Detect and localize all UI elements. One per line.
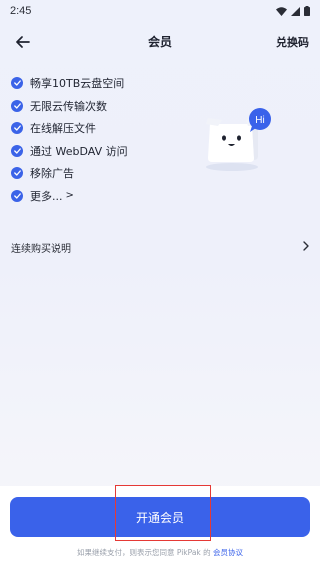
benefit-label: 无限云传输次数 [30,99,107,113]
benefit-item-more[interactable]: 更多... > [11,185,191,208]
chevron-right-icon: > [65,190,74,202]
signal-icon [291,6,300,16]
membership-agreement-link[interactable]: 会员协议 [213,548,243,557]
redeem-code-button[interactable]: 兑换码 [276,34,309,50]
benefit-label: 在线解压文件 [30,122,96,136]
benefit-item-no-ads: 移除广告 [11,162,191,185]
mascot-illustration: Hi [206,108,271,171]
benefit-label: 更多... [30,189,63,203]
mascot-right-eye [237,135,241,141]
benefits-list: 畅享10TB云盘空间 无限云传输次数 在线解压文件 通过 WebDAV 访问 移… [11,72,191,207]
benefit-label: 通过 WebDAV 访问 [30,144,128,158]
check-circle-icon [11,144,23,157]
wifi-icon [276,6,287,16]
check-circle-icon [11,99,23,112]
open-membership-button[interactable]: 开通会员 [10,497,310,537]
benefit-item-webdav: 通过 WebDAV 访问 [11,140,191,163]
status-time: 2:45 [10,5,32,17]
back-button[interactable] [12,32,34,52]
benefit-label: 畅享10TB云盘空间 [30,77,125,91]
renewal-info-label: 连续购买说明 [11,243,71,255]
speech-bubble-text: Hi [255,115,264,126]
membership-screen: 2:45 会员 兑换码 畅享10TB云盘空间 无限云传输次数 在线解压文件 通过… [0,0,320,569]
benefit-item-unzip: 在线解压文件 [11,117,191,140]
renewal-info-row[interactable]: 连续购买说明 [11,236,309,258]
mascot-shadow [206,163,258,171]
page-title: 会员 [147,35,172,49]
agreement-prefix: 如果继续支付，则表示您同意 PikPak 的 [76,548,214,557]
check-circle-icon [11,122,23,135]
agreement-text: 如果继续支付，则表示您同意 PikPak 的 会员协议 [0,547,320,558]
header: 会员 兑换码 [0,26,320,58]
benefit-label: 移除广告 [30,167,74,181]
battery-icon [304,6,310,16]
status-icons [276,6,310,16]
mascot-body [208,124,254,162]
check-circle-icon [11,167,23,180]
benefit-item-storage: 畅享10TB云盘空间 [11,72,191,95]
check-circle-icon [11,189,23,202]
status-bar: 2:45 [0,0,320,22]
chevron-right-icon [303,240,309,255]
mascot-left-eye [222,135,226,141]
arrow-left-icon [16,36,30,48]
check-circle-icon [11,77,23,90]
benefit-item-transfer: 无限云传输次数 [11,95,191,118]
